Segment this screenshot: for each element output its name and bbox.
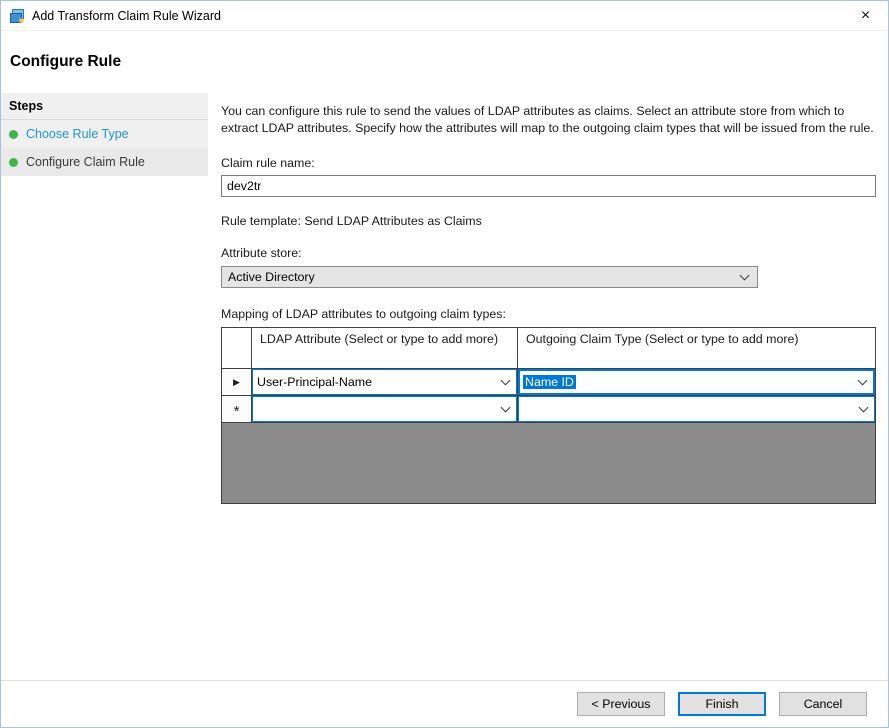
finish-button[interactable]: Finish [678, 692, 766, 716]
row-selector-cell[interactable]: ▶ [222, 369, 252, 396]
rule-template-text: Rule template: Send LDAP Attributes as C… [221, 214, 876, 228]
steps-panel: Steps Choose Rule Type Configure Claim R… [1, 93, 208, 176]
main-pane: You can configure this rule to send the … [208, 93, 888, 680]
attribute-store-select[interactable]: Active Directory [221, 266, 758, 288]
attribute-store-label: Attribute store: [221, 246, 876, 260]
sidebar-item-configure-claim-rule[interactable]: Configure Claim Rule [1, 148, 208, 176]
current-row-arrow-icon: ▶ [233, 377, 240, 388]
table-row: * [222, 396, 875, 423]
table-empty-area [222, 423, 875, 503]
previous-button[interactable]: < Previous [577, 692, 665, 716]
content: Steps Choose Rule Type Configure Claim R… [1, 93, 888, 680]
table-row: ▶ User-Principal-Name Name ID [222, 369, 875, 396]
title-bar: Add Transform Claim Rule Wizard × [1, 1, 888, 31]
column-header-ldap-attribute: LDAP Attribute (Select or type to add mo… [252, 328, 518, 369]
wizard-icon [9, 8, 25, 24]
claim-rule-name-input[interactable] [221, 175, 876, 197]
ldap-attribute-select[interactable] [252, 396, 517, 422]
mapping-table: LDAP Attribute (Select or type to add mo… [221, 327, 876, 504]
ldap-attribute-value: User-Principal-Name [257, 375, 372, 389]
chevron-down-icon [501, 403, 511, 413]
chevron-down-icon [858, 376, 868, 386]
chevron-down-icon [740, 271, 750, 281]
column-header-outgoing-claim-type: Outgoing Claim Type (Select or type to a… [518, 328, 875, 369]
wizard-window: Add Transform Claim Rule Wizard × Config… [0, 0, 889, 728]
sidebar-item-choose-rule-type[interactable]: Choose Rule Type [1, 120, 208, 148]
header-corner-cell [222, 328, 252, 369]
page-title: Configure Rule [10, 53, 888, 71]
steps-sidebar: Steps Choose Rule Type Configure Claim R… [1, 93, 208, 680]
row-selector-cell[interactable]: * [222, 396, 252, 423]
heading-area: Configure Rule [1, 31, 888, 93]
ldap-attribute-select[interactable]: User-Principal-Name [252, 369, 517, 395]
ldap-attribute-cell [252, 396, 518, 423]
ldap-attribute-cell: User-Principal-Name [252, 369, 518, 396]
attribute-store-value: Active Directory [228, 270, 315, 284]
mapping-label: Mapping of LDAP attributes to outgoing c… [221, 307, 876, 321]
outgoing-claim-cell [518, 396, 875, 423]
step-completed-dot-icon [9, 158, 18, 167]
cancel-button[interactable]: Cancel [779, 692, 867, 716]
outgoing-claim-cell: Name ID [518, 369, 875, 396]
outgoing-claim-select[interactable]: Name ID [518, 369, 875, 395]
window-title: Add Transform Claim Rule Wizard [32, 9, 221, 23]
rule-description: You can configure this rule to send the … [221, 103, 876, 136]
claim-rule-name-label: Claim rule name: [221, 156, 876, 170]
footer-bar: < Previous Finish Cancel [1, 680, 888, 727]
step-label: Choose Rule Type [26, 127, 129, 141]
close-icon: × [861, 7, 870, 25]
chevron-down-icon [859, 403, 869, 413]
mapping-table-header: LDAP Attribute (Select or type to add mo… [222, 328, 875, 369]
step-label: Configure Claim Rule [26, 155, 145, 169]
outgoing-claim-select[interactable] [518, 396, 875, 422]
new-row-asterisk-icon: * [234, 403, 240, 420]
close-button[interactable]: × [843, 1, 888, 30]
outgoing-claim-value: Name ID [523, 375, 576, 389]
chevron-down-icon [501, 376, 511, 386]
step-completed-dot-icon [9, 130, 18, 139]
steps-header: Steps [1, 93, 208, 120]
